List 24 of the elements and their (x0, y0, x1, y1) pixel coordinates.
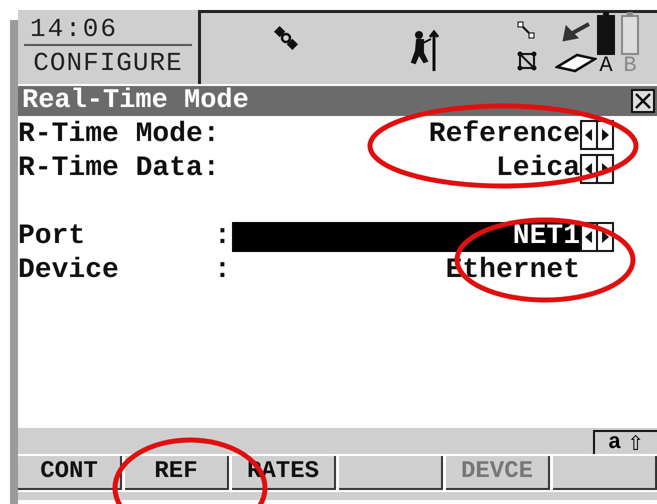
clock-time: 14:06 (24, 14, 192, 46)
field-label: Device (18, 255, 120, 287)
field-label: R-Time Mode: (18, 119, 221, 151)
field-colon: : (214, 255, 232, 287)
arrow-icon (561, 21, 591, 43)
softkey[interactable]: REF (125, 456, 229, 490)
card-icon (555, 51, 597, 73)
mode-label: CONFIGURE (33, 47, 183, 80)
network-icon (517, 51, 537, 71)
battery-label: B (623, 55, 637, 77)
field-label: Port (18, 221, 86, 253)
close-icon[interactable] (631, 89, 655, 113)
connection-icon (517, 21, 535, 39)
battery-icon (597, 15, 615, 55)
satellite-icon (271, 23, 301, 53)
battery-label: A (599, 55, 613, 77)
dialog-title: Real-Time Mode (22, 86, 249, 116)
field-colon: : (214, 221, 232, 253)
field-label: R-Time Data: (18, 153, 221, 185)
left-right-arrows-icon[interactable] (580, 120, 614, 150)
case-indicator: a (608, 432, 622, 454)
choice-field[interactable]: NET1 (232, 222, 614, 252)
shift-indicator: ⇧ (627, 432, 644, 454)
softkey[interactable]: CONT (18, 456, 122, 490)
